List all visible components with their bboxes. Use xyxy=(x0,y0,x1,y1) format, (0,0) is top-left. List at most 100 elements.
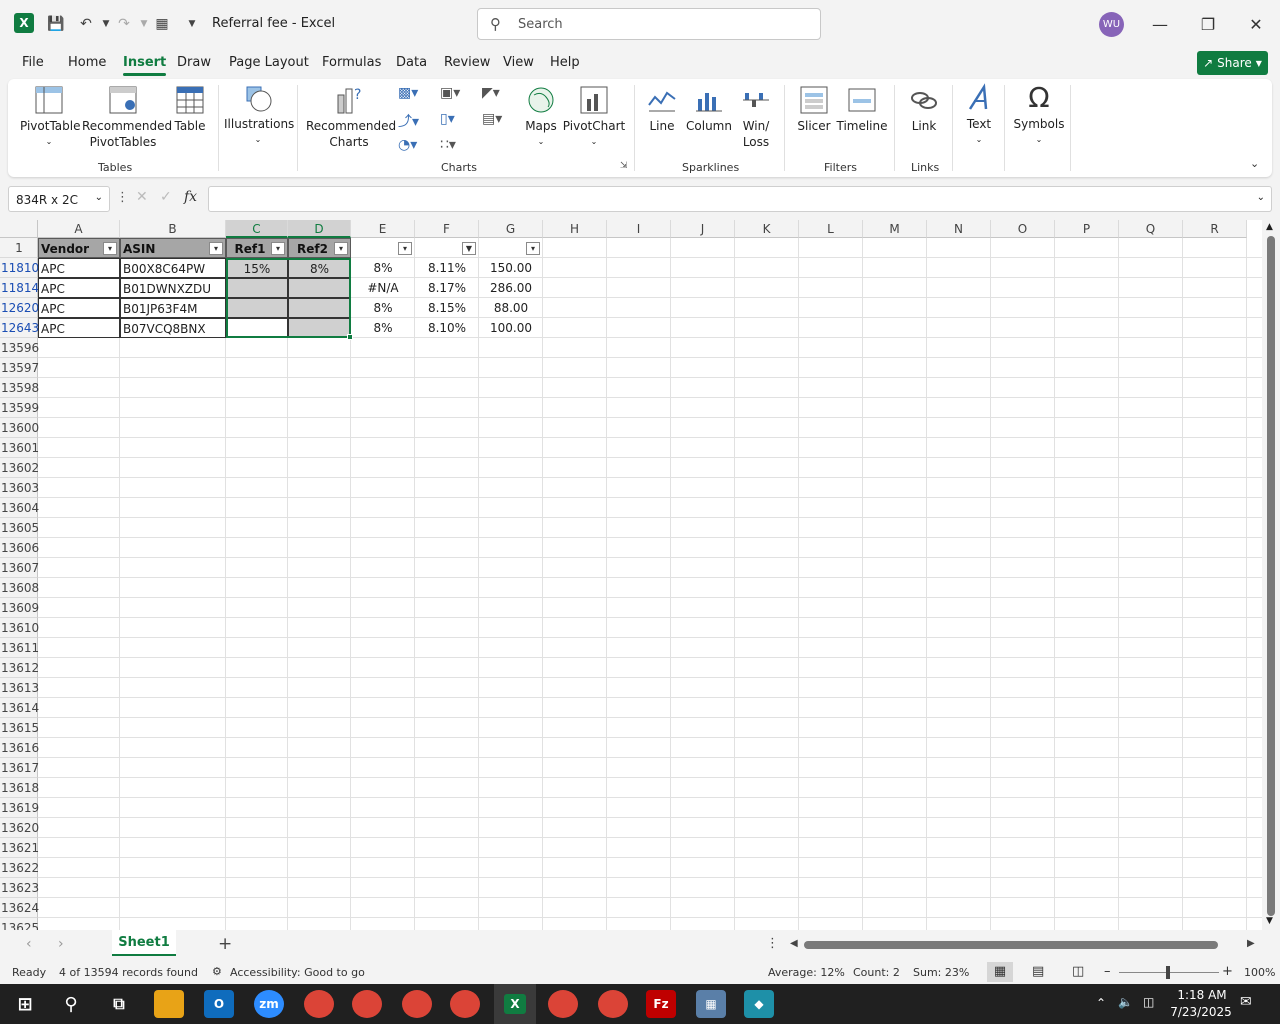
column-header-f[interactable]: F xyxy=(415,220,479,238)
save-icon[interactable]: 💾 xyxy=(46,14,66,34)
tab-view[interactable]: View xyxy=(503,55,534,70)
text-button[interactable]: Text ⌄ xyxy=(960,83,998,148)
chrome-icon[interactable] xyxy=(402,990,432,1018)
column-chart-icon[interactable]: ▩▾ xyxy=(398,85,420,103)
tab-review[interactable]: Review xyxy=(444,55,490,70)
cell[interactable]: 8.17% xyxy=(415,278,479,298)
asin-cell[interactable]: B01DWNXZDU xyxy=(120,278,226,298)
row-header[interactable]: 13600 xyxy=(0,418,39,438)
cell[interactable]: 150.00 xyxy=(479,258,543,278)
column-header-e[interactable]: E xyxy=(351,220,415,238)
row-header[interactable]: 13622 xyxy=(0,858,39,878)
cell[interactable]: 8% xyxy=(351,258,415,278)
chrome-icon[interactable] xyxy=(352,990,382,1018)
formula-input[interactable]: ⌄ xyxy=(208,186,1272,212)
row-header[interactable]: 13620 xyxy=(0,818,39,838)
row-header[interactable]: 13607 xyxy=(0,558,39,578)
outlook-icon[interactable]: O xyxy=(204,990,234,1018)
horizontal-scroll-thumb[interactable] xyxy=(804,941,1218,949)
row-header-filtered[interactable]: 12620 xyxy=(0,298,39,318)
asin-cell[interactable]: B07VCQ8BNX xyxy=(120,318,226,338)
row-header[interactable]: 13623 xyxy=(0,878,39,898)
row-header[interactable]: 13608 xyxy=(0,578,39,598)
speaker-mute-icon[interactable]: 🔈 xyxy=(1118,995,1133,1009)
link-button[interactable]: Link xyxy=(904,85,944,134)
enter-icon[interactable]: ✓ xyxy=(160,189,172,205)
row-header[interactable]: 13609 xyxy=(0,598,39,618)
column-header-j[interactable]: J xyxy=(671,220,735,238)
filter-dropdown-icon[interactable]: ▾ xyxy=(271,242,285,255)
vendor-cell[interactable]: APC xyxy=(38,318,120,338)
column-header-l[interactable]: L xyxy=(799,220,863,238)
sparkline-line-button[interactable]: Line xyxy=(644,85,680,134)
share-button[interactable]: ↗ Share ▼ xyxy=(1197,51,1268,75)
worksheet-grid[interactable]: ABCDEFGHIJKLMNOPQR 1 11810 11814 12620 12643… xyxy=(0,220,1262,930)
windows-start-icon[interactable]: ⊞ xyxy=(10,990,40,1018)
row-header[interactable]: 13616 xyxy=(0,738,39,758)
asin-cell[interactable]: B00X8C64PW xyxy=(120,258,226,278)
table-button[interactable]: Table xyxy=(170,85,210,134)
page-layout-view-icon[interactable]: ▤ xyxy=(1032,964,1044,979)
row-header[interactable]: 1 xyxy=(0,238,38,258)
redo-icon[interactable]: ↷ xyxy=(114,14,134,34)
slicer-button[interactable]: Slicer xyxy=(794,85,834,134)
chrome-icon[interactable] xyxy=(548,990,578,1018)
column-header-p[interactable]: P xyxy=(1055,220,1119,238)
minimize-icon[interactable]: — xyxy=(1148,12,1172,36)
notifications-icon[interactable]: ✉ xyxy=(1240,994,1252,1010)
row-header[interactable]: 13618 xyxy=(0,778,39,798)
sheet-tab[interactable]: Sheet1 xyxy=(112,930,176,956)
maps-button[interactable]: Maps ⌄ xyxy=(522,85,560,150)
hierarchy-chart-icon[interactable]: ▣▾ xyxy=(440,85,462,103)
column-header-q[interactable]: Q xyxy=(1119,220,1183,238)
vendor-cell[interactable]: APC xyxy=(38,258,120,278)
vendor-cell[interactable]: APC xyxy=(38,298,120,318)
combo-chart-icon[interactable]: ▤▾ xyxy=(482,111,504,129)
statistic-chart-icon[interactable]: ▯▾ xyxy=(440,111,462,129)
status-accessibility[interactable]: Accessibility: Good to go xyxy=(230,966,365,979)
filter-dropdown-icon[interactable]: ▾ xyxy=(526,242,540,255)
row-header[interactable]: 13597 xyxy=(0,358,39,378)
insert-function-icon[interactable]: fx xyxy=(184,189,197,205)
prev-sheet-icon[interactable]: ‹ xyxy=(26,936,32,952)
column-header-m[interactable]: M xyxy=(863,220,927,238)
vendor-cell[interactable]: APC xyxy=(38,278,120,298)
cancel-icon[interactable]: ✕ xyxy=(136,189,148,205)
row-header[interactable]: 13596 xyxy=(0,338,39,358)
recommended-pivottables-button[interactable]: Recommended PivotTables xyxy=(82,85,172,150)
scroll-down-icon[interactable]: ▼ xyxy=(1266,916,1273,926)
avatar[interactable]: WU xyxy=(1099,12,1124,37)
chrome-icon[interactable] xyxy=(304,990,334,1018)
scroll-right-icon[interactable]: ▶ xyxy=(1247,938,1255,949)
name-box[interactable]: 834R x 2C ⌄ xyxy=(8,186,110,212)
column-header-k[interactable]: K xyxy=(735,220,799,238)
column-header-r[interactable]: R xyxy=(1183,220,1247,238)
cell[interactable]: #N/A xyxy=(351,278,415,298)
row-header-filtered[interactable]: 12643 xyxy=(0,318,39,338)
search-input[interactable]: ⚲ Search xyxy=(477,8,821,40)
row-header[interactable]: 13604 xyxy=(0,498,39,518)
column-header-h[interactable]: H xyxy=(543,220,607,238)
select-all-corner[interactable] xyxy=(0,220,38,238)
waterfall-chart-icon[interactable]: ◤▾ xyxy=(482,85,504,103)
file-explorer-icon[interactable] xyxy=(154,990,184,1018)
pivottable-button[interactable]: PivotTable ⌄ xyxy=(20,85,81,150)
tab-data[interactable]: Data xyxy=(396,55,427,70)
filter-dropdown-icon[interactable]: ▾ xyxy=(209,242,223,255)
sparkline-column-button[interactable]: Column xyxy=(684,85,734,134)
sparkline-winloss-button[interactable]: Win/ Loss xyxy=(736,85,776,150)
row-header[interactable]: 13605 xyxy=(0,518,39,538)
tab-page-layout[interactable]: Page Layout xyxy=(229,55,309,70)
row-header[interactable]: 13613 xyxy=(0,678,39,698)
row-header[interactable]: 13602 xyxy=(0,458,39,478)
tray-chevron-icon[interactable]: ⌃ xyxy=(1096,996,1106,1010)
cell[interactable]: 286.00 xyxy=(479,278,543,298)
excel-taskbar-item[interactable]: X xyxy=(494,984,536,1024)
cell[interactable]: 88.00 xyxy=(479,298,543,318)
scatter-chart-icon[interactable]: ∷▾ xyxy=(440,137,462,155)
recommended-charts-button[interactable]: ? Recommended Charts xyxy=(306,85,396,150)
filezilla-icon[interactable]: Fz xyxy=(646,990,676,1018)
search-icon[interactable]: ⚲ xyxy=(56,990,86,1018)
zoom-level[interactable]: 100% xyxy=(1244,966,1275,979)
filter-dropdown-icon[interactable]: ▾ xyxy=(398,242,412,255)
